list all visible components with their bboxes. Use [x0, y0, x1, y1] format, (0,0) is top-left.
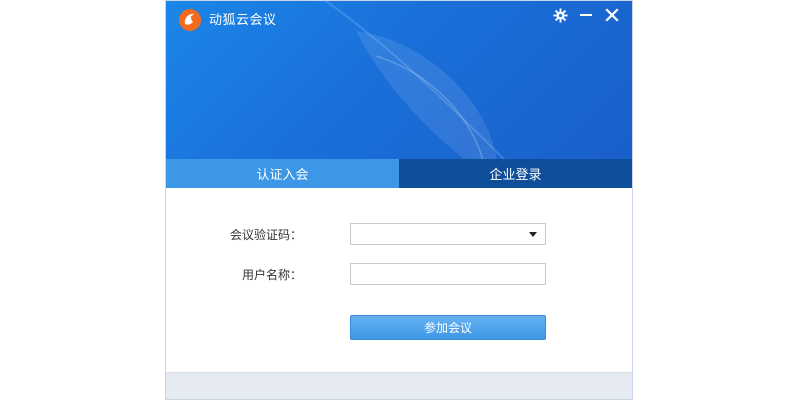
gear-icon	[552, 7, 568, 23]
tab-certified-join[interactable]: 认证入会	[166, 159, 399, 188]
tab-enterprise-login[interactable]: 企业登录	[399, 159, 632, 188]
footer-bar	[166, 372, 632, 399]
login-window: 动狐云会议 认证入会 企业登录 会议验证码： 用户名称： 参加会议	[165, 0, 633, 400]
close-icon	[605, 8, 619, 22]
window-controls	[550, 5, 622, 25]
app-title: 动狐云会议	[209, 13, 277, 28]
chevron-down-icon	[529, 232, 537, 237]
minimize-icon	[580, 14, 592, 16]
username-label: 用户名称：	[241, 268, 302, 282]
app-logo-icon	[179, 9, 201, 31]
close-button[interactable]	[602, 5, 622, 25]
meeting-code-label: 会议验证码：	[229, 228, 302, 242]
join-meeting-button[interactable]: 参加会议	[350, 315, 546, 340]
header-banner: 动狐云会议	[166, 1, 632, 159]
login-tabs: 认证入会 企业登录	[166, 159, 632, 188]
meeting-code-select[interactable]	[350, 223, 546, 245]
meeting-code-row: 会议验证码：	[166, 223, 632, 245]
minimize-button[interactable]	[576, 5, 596, 25]
username-input[interactable]	[350, 263, 546, 285]
username-row: 用户名称：	[166, 263, 632, 285]
settings-button[interactable]	[550, 5, 570, 25]
